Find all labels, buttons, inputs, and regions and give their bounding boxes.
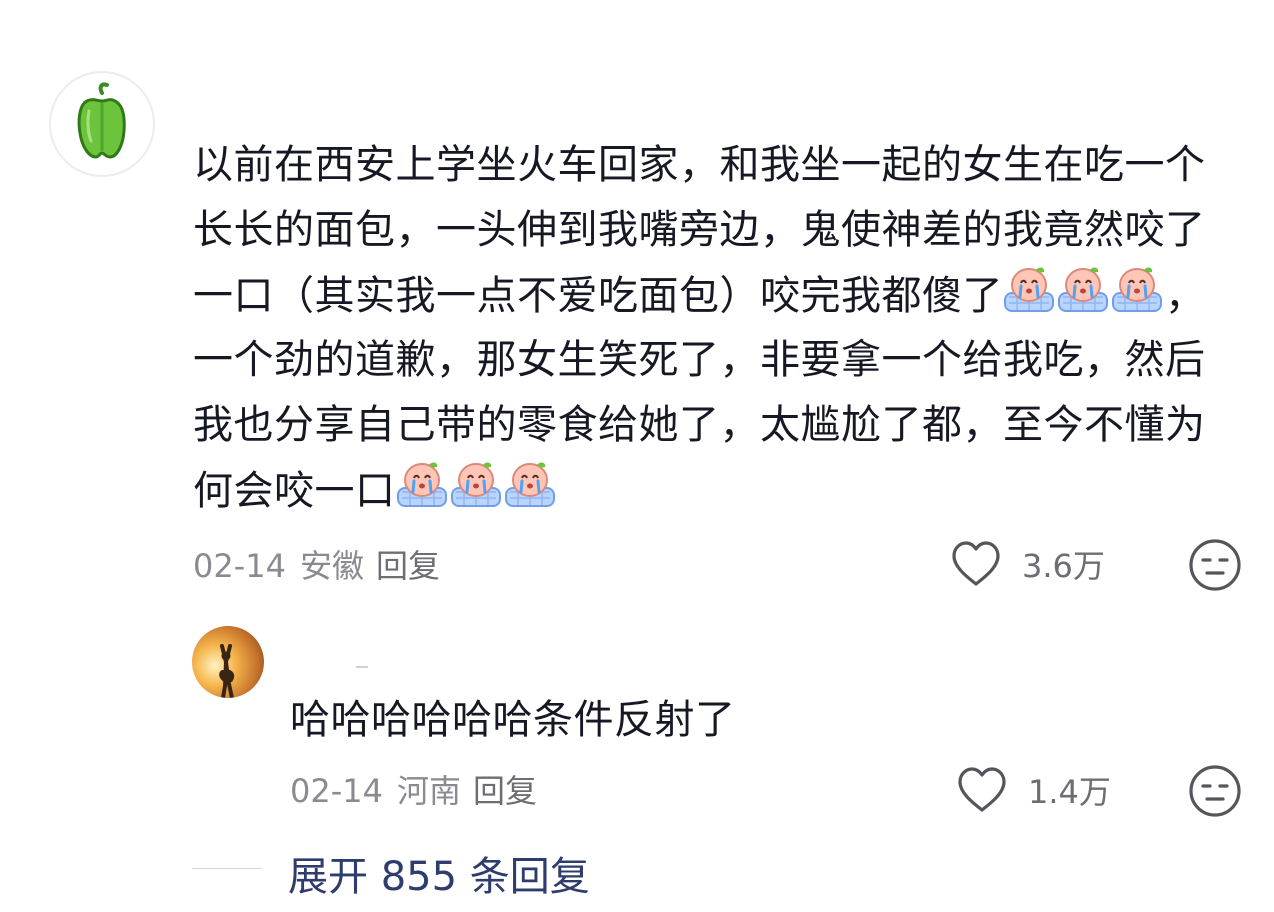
reply-meta: 02-14 河南 回复: [290, 766, 537, 812]
sunset-photo-icon: [192, 626, 264, 698]
crying-emoji-icon: [1003, 263, 1055, 315]
reply-location: 河南: [396, 772, 461, 810]
like-button[interactable]: 3.6万: [950, 540, 1105, 588]
comment-line-text: 何会咬一口: [193, 468, 396, 514]
replier-avatar[interactable]: [192, 626, 264, 698]
comment-date: 02-14: [193, 547, 286, 585]
crying-emoji-icon: [1057, 263, 1109, 315]
commenter-avatar[interactable]: [49, 71, 155, 177]
expand-replies-button[interactable]: 展开 855 条回复: [288, 844, 590, 902]
reply-like-button[interactable]: 1.4万: [956, 766, 1111, 814]
crying-emoji-icon: [396, 458, 448, 510]
comment-line: 一口（其实我一点不爱吃面包）咬完我都傻了 ，: [193, 263, 1206, 328]
crying-emoji-icon: [504, 458, 556, 510]
comment-body: 以前在西安上学坐火车回家，和我坐一起的女生在吃一个 长长的面包，一头伸到我嘴旁边…: [193, 133, 1206, 523]
green-pepper-icon: [77, 82, 126, 159]
heart-outline-icon: [958, 767, 1006, 812]
comment-line: 以前在西安上学坐火车回家，和我坐一起的女生在吃一个: [193, 142, 1206, 188]
comment-meta: 02-14 安徽 回复: [193, 541, 440, 587]
reply-button[interactable]: 回复: [376, 547, 440, 585]
reply-reaction-button[interactable]: [1188, 764, 1242, 818]
comment-line-text: 一口（其实我一点不爱吃面包）咬完我都傻了: [193, 273, 1003, 319]
heart-outline-icon: [952, 541, 1000, 586]
neutral-face-icon: [1189, 765, 1241, 817]
crying-emoji-icon: [1111, 263, 1163, 315]
comment-line: 一个劲的道歉，那女生笑死了，非要拿一个给我吃，然后: [193, 337, 1206, 383]
comment-location: 安徽: [299, 547, 364, 585]
neutral-face-icon: [1189, 539, 1241, 591]
crying-emoji-icon: [450, 458, 502, 510]
reply-date: 02-14: [290, 772, 383, 810]
reply-like-count: 1.4万: [1028, 773, 1111, 811]
expand-divider: [192, 868, 262, 869]
reply-button[interactable]: 回复: [473, 772, 537, 810]
reply-line: 哈哈哈哈哈哈条件反射了: [290, 697, 736, 743]
comment-line: 何会咬一口: [193, 458, 1206, 523]
reply-body: 哈哈哈哈哈哈条件反射了: [290, 688, 736, 753]
reaction-button[interactable]: [1188, 538, 1242, 592]
comment-line-text: ，: [1165, 273, 1206, 319]
username-placeholder: [356, 666, 368, 668]
comment-line: 长长的面包，一头伸到我嘴旁边，鬼使神差的我竟然咬了: [193, 207, 1206, 253]
like-count: 3.6万: [1022, 547, 1105, 585]
comment-line: 我也分享自己带的零食给她了，太尴尬了都，至今不懂为: [193, 402, 1206, 448]
